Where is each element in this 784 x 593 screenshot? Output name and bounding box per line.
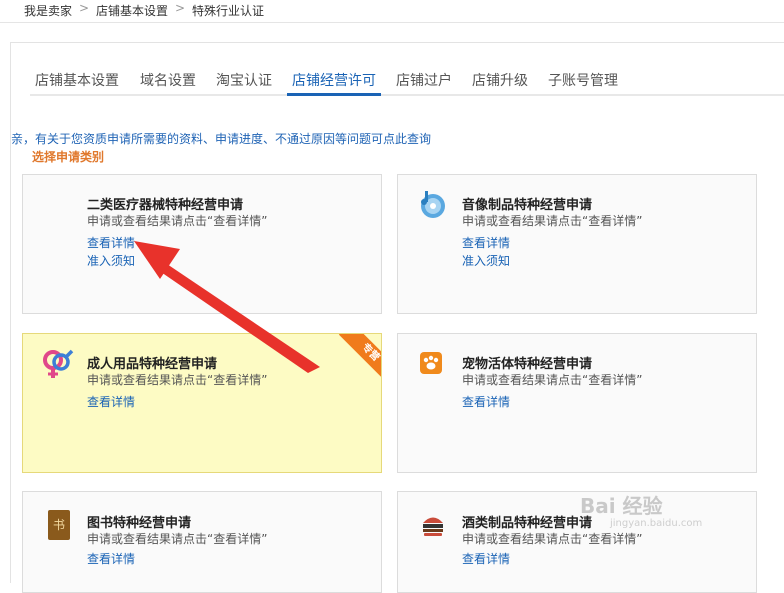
card-title: 图书特种经营申请 xyxy=(87,516,192,531)
food-icon xyxy=(423,517,443,536)
card-title: 音像制品特种经营申请 xyxy=(462,198,593,213)
baidu-watermark-url: jingyan.baidu.com xyxy=(610,518,703,529)
card-description: 申请或查看结果请点击“查看详情” xyxy=(462,214,643,228)
view-details-link[interactable]: 查看详情 xyxy=(462,550,510,567)
baidu-watermark: Bai 经验 xyxy=(580,494,663,518)
annotation-arrow xyxy=(134,241,320,373)
view-details-link[interactable]: 查看详情 xyxy=(87,550,135,567)
tab-store-upgrade[interactable]: 店铺升级 xyxy=(472,70,528,90)
view-details-link[interactable]: 查看详情 xyxy=(462,234,510,251)
music-disc-icon xyxy=(421,191,445,218)
card-title: 宠物活体特种经营申请 xyxy=(462,357,593,372)
tab-taobao-certification[interactable]: 淘宝认证 xyxy=(216,70,272,90)
tab-store-basic-settings[interactable]: 店铺基本设置 xyxy=(35,70,119,90)
gender-symbols-icon xyxy=(43,349,74,378)
breadcrumb-separator: > xyxy=(79,1,90,15)
card-title: 酒类制品特种经营申请 xyxy=(462,516,593,531)
tab-bar-line xyxy=(30,94,784,96)
section-title: 选择申请类别 xyxy=(32,150,105,164)
admission-notice-link[interactable]: 准入须知 xyxy=(87,252,135,269)
card-description: 申请或查看结果请点击“查看详情” xyxy=(87,214,268,228)
breadcrumb-item-seller[interactable]: 我是卖家 xyxy=(24,2,72,19)
breadcrumb-item-store-settings[interactable]: 店铺基本设置 xyxy=(96,2,168,19)
card-description: 申请或查看结果请点击“查看详情” xyxy=(462,532,643,546)
view-details-link[interactable]: 查看详情 xyxy=(87,393,135,410)
active-tab-indicator xyxy=(287,93,381,96)
paw-icon xyxy=(420,352,442,374)
card-description: 申请或查看结果请点击“查看详情” xyxy=(462,373,643,387)
breadcrumb-separator: > xyxy=(175,1,186,15)
exclusive-ribbon: 专营 xyxy=(338,334,381,385)
tab-sub-account-management[interactable]: 子账号管理 xyxy=(548,70,618,90)
card-title: 二类医疗器械特种经营申请 xyxy=(87,198,244,213)
book-icon: 书 xyxy=(48,510,70,540)
card-description: 申请或查看结果请点击“查看详情” xyxy=(87,532,268,546)
view-details-link[interactable]: 查看详情 xyxy=(462,393,510,410)
tab-business-license[interactable]: 店铺经营许可 xyxy=(292,70,376,90)
tab-store-transfer[interactable]: 店铺过户 xyxy=(396,70,452,90)
admission-notice-link[interactable]: 准入须知 xyxy=(462,252,510,269)
notice-link[interactable]: 亲，有关于您资质申请所需要的资料、申请进度、不通过原因等问题可点此查询 xyxy=(11,130,431,147)
view-details-link[interactable]: 查看详情 xyxy=(87,234,135,251)
breadcrumb-item-special-industry: 特殊行业认证 xyxy=(192,4,265,18)
tab-domain-settings[interactable]: 域名设置 xyxy=(140,70,196,90)
